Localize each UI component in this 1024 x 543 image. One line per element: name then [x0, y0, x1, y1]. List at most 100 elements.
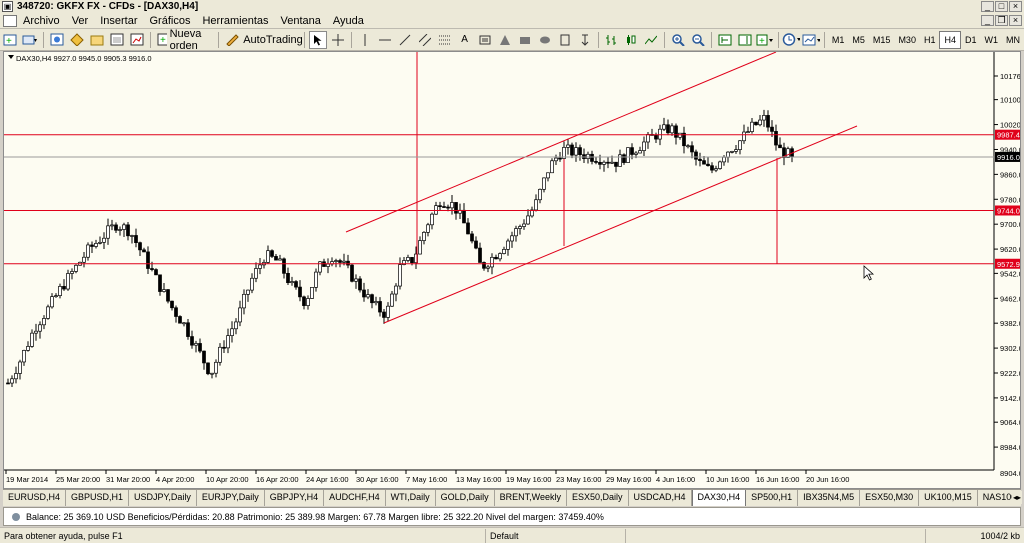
- zoom-out-icon[interactable]: [689, 31, 707, 49]
- tab-chart[interactable]: GBPUSD,H1: [66, 490, 130, 506]
- candle-body: [622, 154, 626, 163]
- periods-icon[interactable]: [782, 31, 801, 49]
- tab-chart[interactable]: ESX50,M30: [860, 490, 920, 506]
- chart-window[interactable]: 10176.010100.110020.09940.09860.09780.09…: [3, 51, 1021, 489]
- tab-chart[interactable]: USDJPY,Daily: [129, 490, 197, 506]
- market-watch-icon[interactable]: [48, 31, 66, 49]
- mdi-child-icon[interactable]: [3, 14, 17, 27]
- ellipse-tool-icon[interactable]: [536, 31, 554, 49]
- status-spacer: [625, 528, 925, 543]
- maximize-button[interactable]: □: [995, 1, 1008, 12]
- cursor-tool-icon[interactable]: [308, 30, 327, 49]
- tab-chart[interactable]: USDCAD,H4: [629, 490, 692, 506]
- timeframe-w1[interactable]: W1: [981, 32, 1003, 48]
- status-profile[interactable]: Default: [485, 528, 625, 543]
- minimize-button[interactable]: _: [981, 1, 994, 12]
- menu-ventana[interactable]: Ventana: [275, 15, 327, 27]
- candle-body: [254, 268, 258, 279]
- menu-graficos[interactable]: Gráficos: [144, 15, 197, 27]
- level-price-label: 9987.4: [997, 131, 1020, 140]
- candle-body: [686, 145, 690, 148]
- candle-body: [62, 286, 66, 290]
- chart-shift-icon[interactable]: [736, 31, 754, 49]
- profiles-icon[interactable]: [21, 31, 39, 49]
- menu-ayuda[interactable]: Ayuda: [327, 15, 370, 27]
- autotrading-button[interactable]: AutoTrading: [243, 31, 303, 49]
- child-close-button[interactable]: ×: [1009, 15, 1022, 26]
- vertical-line-icon[interactable]: [356, 31, 374, 49]
- main-toolbar: + + Nueva orden AutoTrading A + M1 M5 M15…: [0, 28, 1024, 52]
- tab-chart[interactable]: GOLD,Daily: [436, 490, 495, 506]
- toolbar-separator: [664, 31, 665, 48]
- tab-chart[interactable]: AUDCHF,H4: [324, 490, 386, 506]
- candle-body: [366, 294, 370, 298]
- tab-scroll-icon[interactable]: ◂▸: [1012, 491, 1022, 504]
- bar-chart-icon[interactable]: [602, 31, 620, 49]
- menu-herramientas[interactable]: Herramientas: [196, 15, 274, 27]
- templates-icon[interactable]: [802, 31, 821, 49]
- tab-chart[interactable]: BRENT,Weekly: [495, 490, 567, 506]
- arrow-tool-icon[interactable]: [576, 31, 594, 49]
- candle-body: [486, 266, 490, 269]
- line-chart-icon[interactable]: [642, 31, 660, 49]
- candle-body: [602, 161, 606, 165]
- menu-insertar[interactable]: Insertar: [94, 15, 143, 27]
- menu-archivo[interactable]: Archivo: [17, 15, 66, 27]
- tab-chart[interactable]: UK100,M15: [919, 490, 978, 506]
- time-tick-label: 29 May 16:00: [606, 475, 651, 484]
- tab-chart[interactable]: DAX30,H4: [691, 490, 747, 506]
- text-label-tool-icon[interactable]: [556, 31, 574, 49]
- tab-chart[interactable]: EURUSD,H4: [3, 490, 67, 506]
- timeframe-m5[interactable]: M5: [848, 32, 869, 48]
- timeframe-m30[interactable]: M30: [894, 32, 920, 48]
- candle-body: [354, 278, 358, 282]
- app-icon[interactable]: ▣: [2, 1, 13, 12]
- close-button[interactable]: ×: [1009, 1, 1022, 12]
- horizontal-line-icon[interactable]: [376, 31, 394, 49]
- timeframe-h1[interactable]: H1: [920, 32, 940, 48]
- crosshair-tool-icon[interactable]: [329, 31, 347, 49]
- new-chart-icon[interactable]: +: [1, 31, 19, 49]
- terminal-icon[interactable]: [108, 31, 126, 49]
- candle-body: [758, 119, 762, 126]
- trendline-icon[interactable]: [396, 31, 414, 49]
- child-restore-button[interactable]: ❐: [995, 15, 1008, 26]
- metaeditor-icon[interactable]: [223, 31, 241, 49]
- candle-body: [350, 264, 354, 282]
- zoom-in-icon[interactable]: [669, 31, 687, 49]
- tab-chart[interactable]: ESX50,Daily: [567, 490, 629, 506]
- indicators-icon[interactable]: +: [756, 31, 774, 49]
- data-window-icon[interactable]: [68, 31, 86, 49]
- tab-chart[interactable]: GBPJPY,H4: [265, 490, 325, 506]
- tab-chart[interactable]: SP500,H1: [746, 490, 799, 506]
- navigator-icon[interactable]: [88, 31, 106, 49]
- timeframe-h4[interactable]: H4: [939, 30, 961, 49]
- candle-body: [338, 260, 342, 263]
- toolbar-separator: [824, 31, 825, 48]
- timeframe-m15[interactable]: M15: [869, 32, 895, 48]
- timeframe-mn[interactable]: MN: [1002, 32, 1024, 48]
- child-minimize-button[interactable]: _: [981, 15, 994, 26]
- candle-body: [382, 311, 386, 318]
- price-chart[interactable]: 10176.010100.110020.09940.09860.09780.09…: [4, 52, 1020, 488]
- channel-icon[interactable]: [416, 31, 434, 49]
- candle-chart-icon[interactable]: [622, 31, 640, 49]
- status-bar: Para obtener ayuda, pulse F1 Default 100…: [0, 527, 1024, 543]
- triangle-tool-icon[interactable]: [496, 31, 514, 49]
- label-tool-icon[interactable]: [476, 31, 494, 49]
- menu-ver[interactable]: Ver: [66, 15, 95, 27]
- tab-chart[interactable]: IBX35N4,M5: [798, 490, 861, 506]
- candle-body: [74, 264, 78, 272]
- timeframe-m1[interactable]: M1: [828, 32, 849, 48]
- strategy-tester-icon[interactable]: [128, 31, 146, 49]
- timeframe-d1[interactable]: D1: [961, 32, 981, 48]
- text-tool-icon[interactable]: A: [456, 31, 474, 49]
- rectangle-tool-icon[interactable]: [516, 31, 534, 49]
- tab-chart[interactable]: WTI,Daily: [386, 490, 436, 506]
- tab-chart[interactable]: EURJPY,Daily: [197, 490, 265, 506]
- fibonacci-icon[interactable]: [436, 31, 454, 49]
- candle-body: [422, 231, 426, 241]
- chart-tabs: EURUSD,H4 GBPUSD,H1 USDJPY,Daily EURJPY,Dai…: [3, 489, 1021, 506]
- new-order-button[interactable]: + Nueva orden: [154, 28, 214, 52]
- autoscroll-icon[interactable]: [716, 31, 734, 49]
